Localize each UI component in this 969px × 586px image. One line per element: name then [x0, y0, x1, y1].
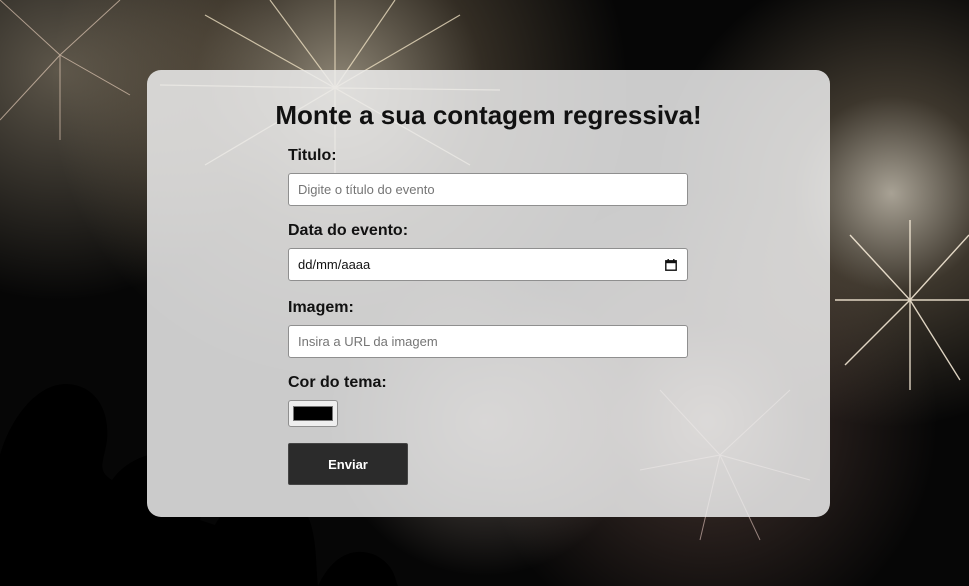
image-url-input-placeholder: Insira a URL da imagem: [298, 334, 438, 349]
theme-color-label: Cor do tema:: [288, 374, 387, 391]
event-date-input[interactable]: dd/mm/aaaa: [288, 248, 688, 281]
submit-button[interactable]: Enviar: [288, 443, 408, 485]
event-date-value: dd/mm/aaaa: [298, 257, 371, 272]
event-date-label: Data do evento:: [288, 222, 409, 239]
title-input[interactable]: Digite o título do evento: [288, 173, 688, 206]
image-label: Imagem:: [288, 299, 354, 316]
title-label: Titulo:: [288, 147, 337, 164]
theme-color-picker[interactable]: [288, 400, 338, 427]
title-input-placeholder: Digite o título do evento: [298, 182, 435, 197]
theme-color-swatch: [293, 406, 333, 421]
image-url-input[interactable]: Insira a URL da imagem: [288, 325, 688, 358]
countdown-form-card: Monte a sua contagem regressiva! Titulo:…: [147, 70, 830, 517]
page-title: Monte a sua contagem regressiva!: [275, 100, 702, 130]
calendar-icon[interactable]: [665, 259, 677, 271]
